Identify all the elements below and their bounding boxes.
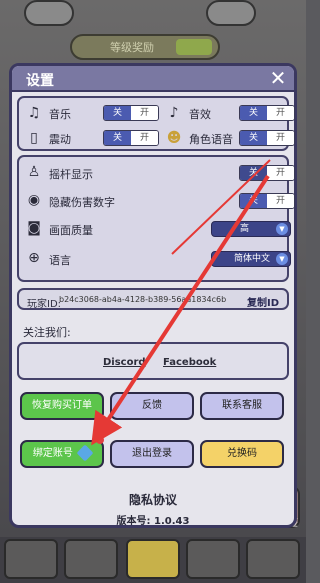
settings-dialog: 设置 ✕ ♫ 音乐 关 开 ♪ 音效 关 开 ▯ 震动 关 开 ☻ 角色语音 关… [9,63,297,528]
social-links-card: Discord Facebook [17,342,289,380]
nav-slot [4,539,58,579]
eye-icon: ◉ [27,192,41,208]
redeem-code-button[interactable]: 兑换码 [200,440,284,468]
toggle-off-option[interactable]: 关 [240,166,267,180]
logout-button[interactable]: 退出登录 [110,440,194,468]
character-voice-icon: ☻ [166,130,182,146]
camera-icon: ◙ [27,220,41,236]
player-id-value: b24c3068-ab4a-4128-b389-56aa1834c6b [59,295,227,304]
gem-icon [76,444,94,462]
facebook-link[interactable]: Facebook [163,357,216,368]
toggle-off-option[interactable]: 关 [240,194,267,208]
music-label: 音乐 [49,108,71,121]
toggle-off-option[interactable]: 关 [240,106,267,120]
joystick-toggle[interactable]: 关 开 [239,165,295,181]
phone-vibrate-icon: ▯ [30,130,38,146]
hide-damage-toggle[interactable]: 关 开 [239,193,295,209]
cloud-decoration [206,0,256,26]
toggle-on-option[interactable]: 开 [267,194,294,208]
notification-badge [96,436,104,444]
toggle-on-option[interactable]: 开 [267,131,294,145]
privacy-policy-link[interactable]: 隐私协议 [12,491,294,508]
language-select-value: 简体中文 [234,254,271,264]
restore-purchase-button[interactable]: 恢复购买订单 [20,392,104,420]
sfx-toggle[interactable]: 关 开 [239,105,295,121]
language-select[interactable]: 简体中文 ▼ [211,251,291,267]
bind-account-button[interactable]: 绑定账号 [20,440,104,468]
nav-slot [64,539,118,579]
level-reward-label: 等级奖励 [110,41,154,54]
voice-label: 角色语音 [189,133,233,146]
toggle-off-option[interactable]: 关 [240,131,267,145]
follow-us-label: 关注我们: [23,326,71,339]
toggle-off-option[interactable]: 关 [104,131,131,145]
voice-toggle[interactable]: 关 开 [239,130,295,146]
copy-id-button[interactable]: 复制ID [247,294,279,309]
vibration-label: 震动 [49,133,71,146]
toggle-off-option[interactable]: 关 [104,106,131,120]
nav-slot [186,539,240,579]
toggle-on-option[interactable]: 开 [131,106,158,120]
toggle-on-option[interactable]: 开 [267,166,294,180]
chevron-down-icon: ▼ [276,253,288,265]
bottom-nav [0,537,306,583]
discord-link[interactable]: Discord [103,357,146,368]
joystick-icon: ♙ [27,164,41,180]
audio-settings-card: ♫ 音乐 关 开 ♪ 音效 关 开 ▯ 震动 关 开 ☻ 角色语音 关 开 [17,96,295,151]
close-icon[interactable]: ✕ [268,68,288,88]
hide-damage-label: 隐藏伤害数字 [49,196,115,209]
cloud-decoration [24,0,74,26]
speaker-icon: ♪ [169,105,179,121]
feedback-button[interactable]: 反馈 [110,392,194,420]
toggle-on-option[interactable]: 开 [131,131,158,145]
quality-label: 画面质量 [49,224,93,237]
quality-select[interactable]: 高 ▼ [211,221,291,237]
toggle-on-option[interactable]: 开 [267,106,294,120]
vibration-toggle[interactable]: 关 开 [103,130,159,146]
quality-select-value: 高 [240,224,250,234]
player-id-bar: 玩家ID: b24c3068-ab4a-4128-b389-56aa1834c6… [17,288,289,310]
display-settings-card: ♙ 摇杆显示 关 开 ◉ 隐藏伤害数字 关 开 ◙ 画面质量 高 ▼ ⊕ 语言 … [17,155,295,282]
nav-slot [126,539,180,579]
music-note-icon: ♫ [27,105,41,121]
level-reward-button [176,39,212,55]
bind-account-label: 绑定账号 [32,448,73,459]
dialog-title: 设置 [26,73,54,89]
music-toggle[interactable]: 关 开 [103,105,159,121]
player-id-label: 玩家ID: [27,299,62,310]
joystick-label: 摇杆显示 [49,168,93,181]
globe-icon: ⊕ [28,250,40,266]
version-label: 版本号: 1.0.43 [116,516,190,527]
nav-slot [246,539,300,579]
chevron-down-icon: ▼ [276,223,288,235]
language-label: 语言 [49,254,71,267]
support-button[interactable]: 联系客服 [200,392,284,420]
sfx-label: 音效 [189,108,211,121]
dialog-header: 设置 ✕ [12,66,294,92]
